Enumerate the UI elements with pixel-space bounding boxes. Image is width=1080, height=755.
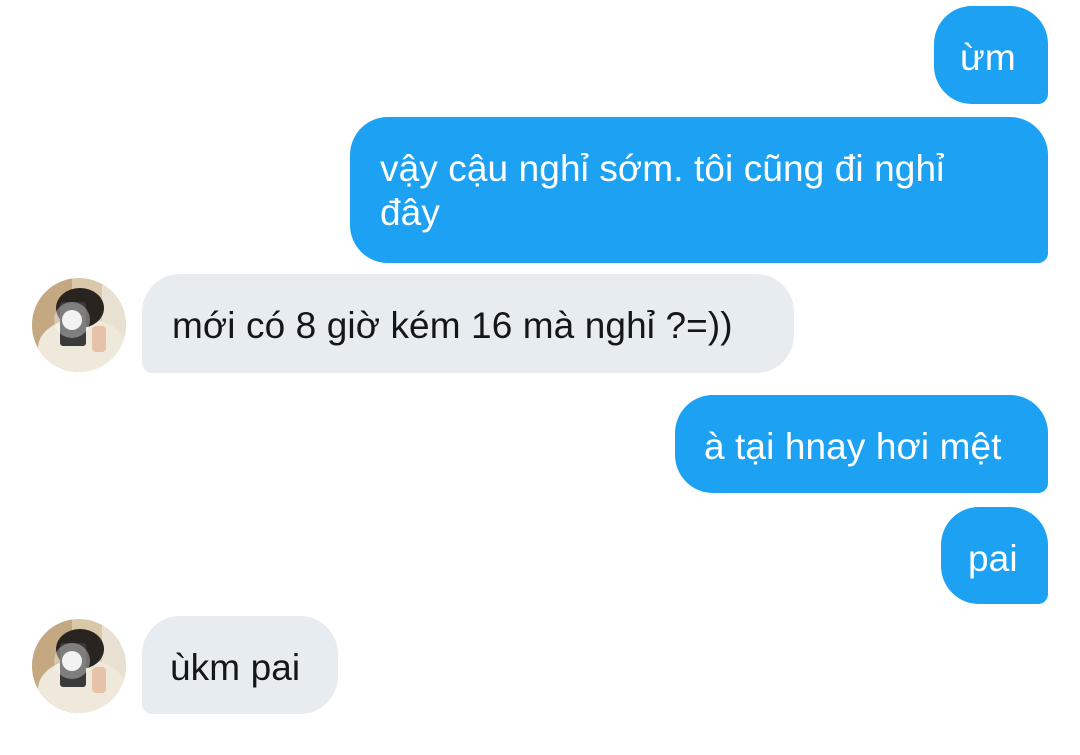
message-bubble-received[interactable]: mới có 8 giờ kém 16 mà nghỉ ?=)) bbox=[142, 274, 794, 373]
message-bubble-sent[interactable]: pai bbox=[941, 507, 1048, 604]
message-bubble-sent[interactable]: ừm bbox=[934, 6, 1048, 104]
avatar-photo-icon bbox=[32, 278, 126, 372]
contact-avatar[interactable] bbox=[32, 278, 126, 372]
avatar-photo-icon bbox=[32, 619, 126, 713]
message-bubble-received[interactable]: ùkm pai bbox=[142, 616, 338, 714]
message-bubble-sent[interactable]: à tại hnay hơi mệt bbox=[675, 395, 1048, 493]
chat-thread: ừm vậy cậu nghỉ sớm. tôi cũng đi nghỉ đâ… bbox=[0, 0, 1080, 755]
contact-avatar[interactable] bbox=[32, 619, 126, 713]
message-bubble-sent[interactable]: vậy cậu nghỉ sớm. tôi cũng đi nghỉ đây bbox=[350, 117, 1048, 263]
